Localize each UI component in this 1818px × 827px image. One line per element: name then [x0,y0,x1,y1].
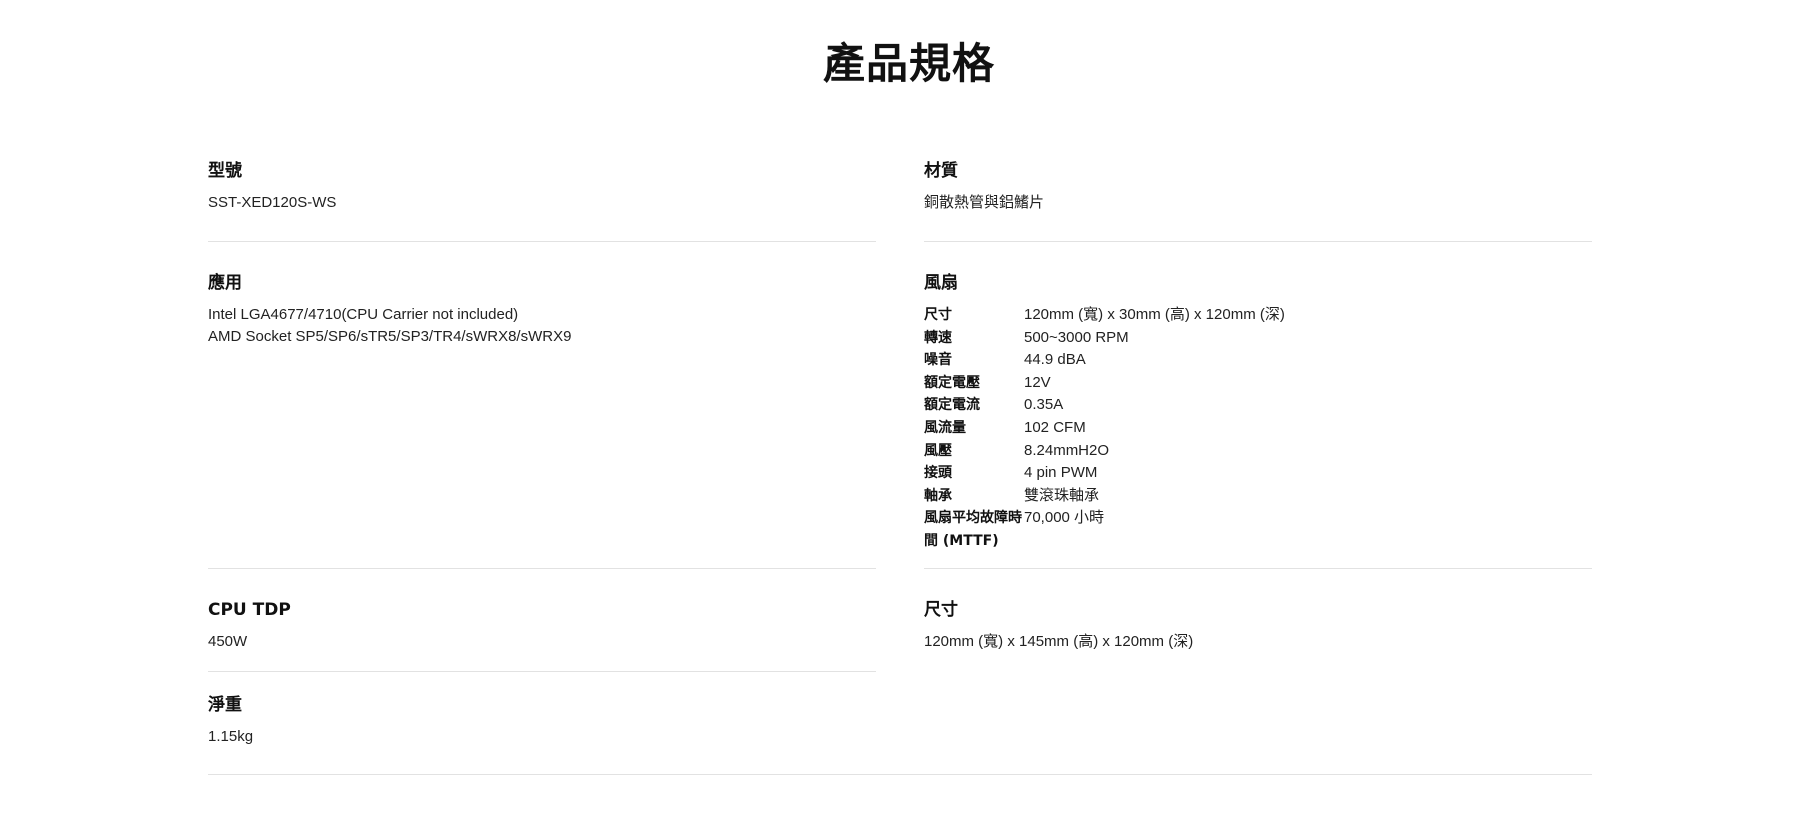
fan-spec-table: 尺寸 120mm (寬) x 30mm (高) x 120mm (深) 轉速 5… [924,304,1285,553]
fan-spec-value: 500~3000 RPM [1024,328,1129,346]
spec-cpu-tdp: CPU TDP 450W [208,569,876,672]
spec-model-label: 型號 [208,161,242,181]
fan-spec-row: 軸承 雙滾珠軸承 [924,485,1285,508]
fan-spec-value: 4 pin PWM [1024,464,1098,482]
fan-spec-row: 接頭 4 pin PWM [924,462,1285,485]
fan-spec-row: 噪音 44.9 dBA [924,349,1285,372]
spec-dimensions: 尺寸 120mm (寬) x 145mm (高) x 120mm (深) [924,569,1592,672]
fan-spec-value: 70,000 小時 [1024,509,1105,527]
spec-model-value: SST-XED120S-WS [208,194,337,211]
fan-spec-key: 額定電流 [924,397,980,414]
fan-spec-value: 120mm (寬) x 30mm (高) x 120mm (深) [1024,306,1285,323]
spec-material: 材質 銅散熱管與鋁鰭片 [924,130,1592,242]
fan-spec-key: 尺寸 [924,307,952,323]
spec-net-weight: 淨重 1.15kg [208,672,1592,775]
spec-fan-label: 風扇 [924,273,958,293]
fan-spec-row: 額定電壓 12V [924,372,1285,395]
fan-spec-value: 8.24mmH2O [1024,441,1110,459]
spec-cpu-tdp-value: 450W [208,633,248,650]
spec-application-label: 應用 [208,273,242,293]
fan-spec-value: 12V [1024,373,1051,391]
fan-spec-key: 噪音 [924,352,952,369]
fan-spec-row: 風流量 102 CFM [924,417,1285,440]
fan-spec-value: 44.9 dBA [1024,351,1086,369]
spec-model: 型號 SST-XED120S-WS [208,130,876,242]
fan-spec-value: 0.35A [1024,396,1064,414]
fan-spec-value: 雙滾珠軸承 [1024,486,1100,504]
spec-dimensions-label: 尺寸 [924,600,958,620]
fan-spec-key: 軸承 [924,487,952,504]
fan-spec-value: 102 CFM [1024,418,1086,436]
fan-spec-row: 額定電流 0.35A [924,394,1285,417]
fan-spec-key: 額定電壓 [924,374,980,391]
spec-fan: 風扇 尺寸 120mm (寬) x 30mm (高) x 120mm (深) 轉… [924,242,1592,569]
fan-spec-row: 轉速 500~3000 RPM [924,327,1285,350]
fan-spec-key: 風壓 [924,442,952,459]
fan-spec-key: 轉速 [924,329,952,346]
spec-application-value: Intel LGA4677/4710(CPU Carrier not inclu… [208,304,876,348]
spec-cpu-tdp-label: CPU TDP [208,600,291,620]
specs-left-column: 型號 SST-XED120S-WS 應用 Intel LGA4677/4710(… [208,130,876,672]
fan-spec-key: 風扇平均故障時間 (MTTF) [924,510,1022,549]
page-title: 產品規格 [822,39,995,88]
spec-net-weight-value: 1.15kg [208,728,254,745]
spec-dimensions-value: 120mm (寬) x 145mm (高) x 120mm (深) [924,633,1194,650]
fan-spec-row: 風扇平均故障時間 (MTTF) 70,000 小時 [924,507,1285,552]
fan-spec-row: 風壓 8.24mmH2O [924,440,1285,463]
fan-spec-key: 接頭 [924,465,952,482]
specs-right-column: 材質 銅散熱管與鋁鰭片 風扇 尺寸 120mm (寬) x 30mm (高) x… [924,130,1592,672]
spec-material-label: 材質 [924,161,958,181]
fan-spec-row: 尺寸 120mm (寬) x 30mm (高) x 120mm (深) [924,304,1285,327]
fan-spec-key: 風流量 [924,419,966,436]
application-line: Intel LGA4677/4710(CPU Carrier not inclu… [208,306,519,323]
spec-material-value: 銅散熱管與鋁鰭片 [924,194,1045,211]
spec-net-weight-label: 淨重 [208,695,242,715]
application-line: AMD Socket SP5/SP6/sTR5/SP3/TR4/sWRX8/sW… [208,328,572,345]
spec-application: 應用 Intel LGA4677/4710(CPU Carrier not in… [208,242,876,569]
